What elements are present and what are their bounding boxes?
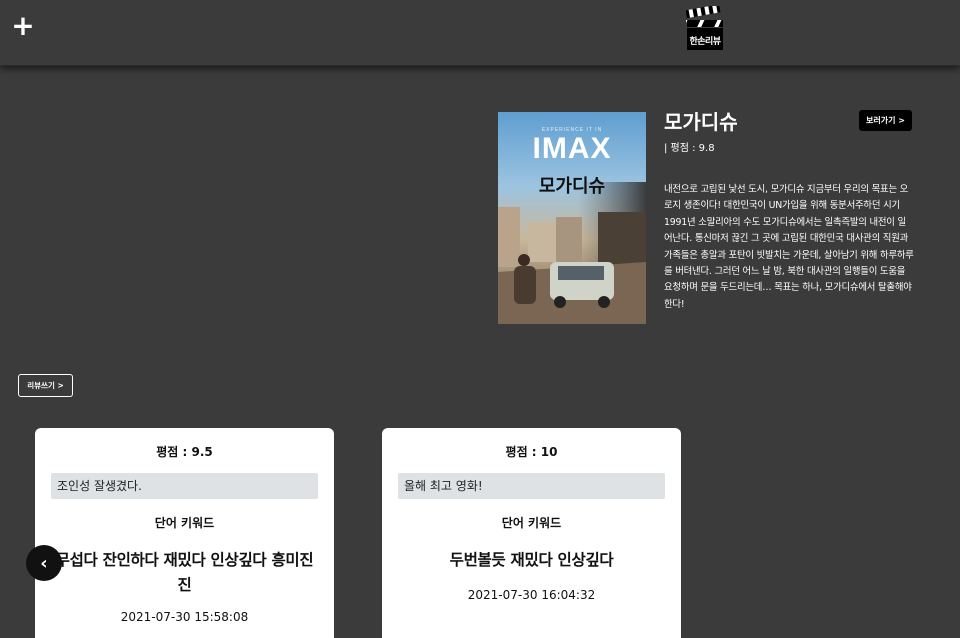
carousel-prev-button[interactable]: ‹ — [26, 545, 62, 581]
review-date: 2021-07-30 15:58:08 — [120, 610, 249, 624]
review-keywords: 두번볼듯 재밌다 인상깊다 — [449, 551, 614, 569]
review-keywords: 무섭다 잔인하다 재밌다 인상깊다 흥미진진 — [55, 551, 314, 594]
plus-icon[interactable]: + — [11, 12, 34, 40]
review-date: 2021-07-30 16:04:32 — [467, 588, 596, 602]
keyword-label: 단어 키워드 — [154, 516, 215, 530]
review-rating: 평점 : 10 — [505, 445, 558, 459]
top-header: + 한손리뷰 — [0, 0, 960, 66]
logo-text: 한손리뷰 — [689, 37, 721, 47]
movie-rating: | 평점 : 9.8 — [664, 143, 715, 154]
review-comment: 올해 최고 영화! — [398, 473, 665, 499]
review-card[interactable]: 평점 : 10 올해 최고 영화! 단어 키워드 두번볼듯 재밌다 인상깊다 2… — [382, 428, 681, 638]
poster-title: 모가디슈 — [538, 176, 606, 197]
chevron-left-icon: ‹ — [40, 552, 48, 574]
watch-button[interactable]: 보러가기 > — [859, 110, 912, 131]
review-rating: 평점 : 9.5 — [156, 445, 213, 459]
movie-synopsis: 내전으로 고립된 낯선 도시, 모가디슈 지금부터 우리의 목표는 오로지 생존… — [664, 184, 914, 310]
review-card[interactable]: 평점 : 9.5 조인성 잘생겼다. 단어 키워드 무섭다 잔인하다 재밌다 인… — [35, 428, 334, 638]
movie-title: 모가디슈 — [664, 110, 738, 134]
write-review-button[interactable]: 리뷰쓰기 > — [18, 374, 73, 397]
keyword-label: 단어 키워드 — [501, 516, 562, 530]
movie-poster: EXPERIENCE IT IN IMAX 모가디슈 — [498, 112, 646, 324]
site-logo[interactable]: 한손리뷰 — [686, 6, 724, 51]
review-comment: 조인성 잘생겼다. — [51, 473, 318, 499]
poster-imax: IMAX — [532, 132, 612, 165]
